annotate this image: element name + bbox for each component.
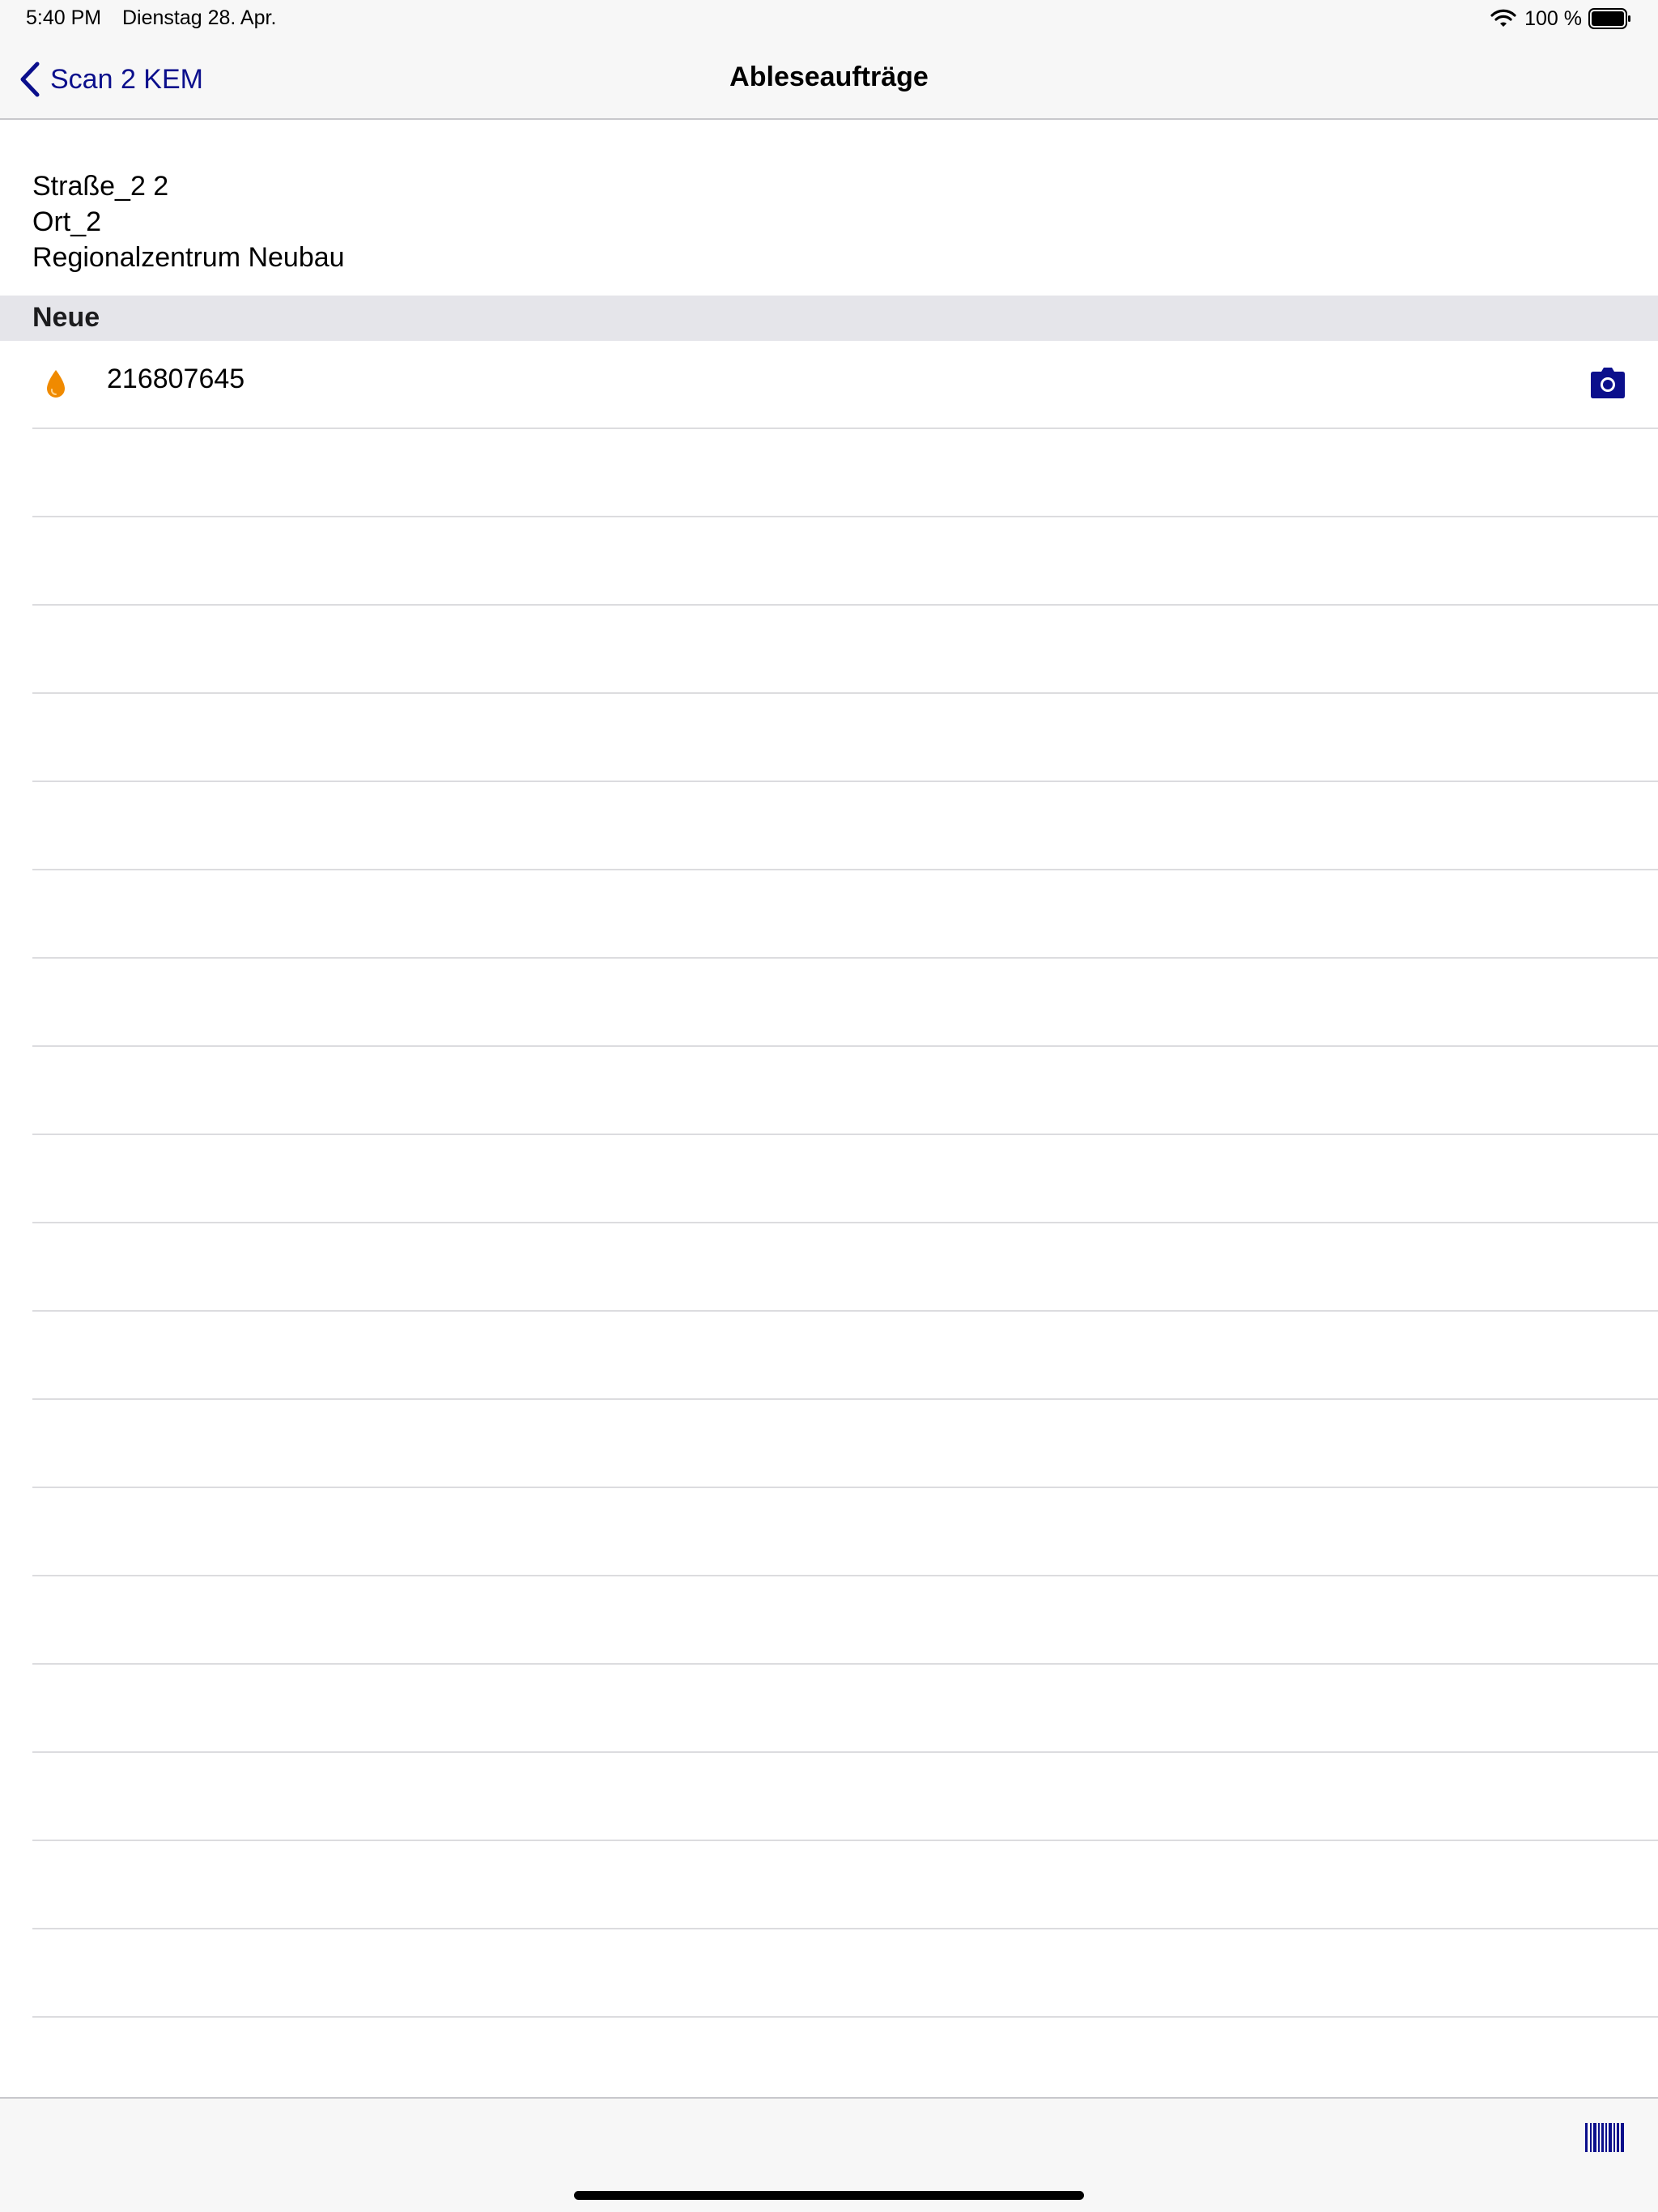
app-screen: 5:40 PM Dienstag 28. Apr. 100 % Scan 2 K… bbox=[0, 0, 1658, 2212]
empty-row bbox=[32, 1841, 1658, 1929]
status-bar: 5:40 PM Dienstag 28. Apr. 100 % bbox=[0, 0, 1658, 39]
battery-percentage: 100 % bbox=[1524, 6, 1582, 30]
battery-icon bbox=[1588, 8, 1630, 29]
barcode-scan-button[interactable] bbox=[1585, 2123, 1624, 2152]
barcode-icon bbox=[1585, 2123, 1624, 2152]
address-region: Regionalzentrum Neubau bbox=[32, 242, 345, 273]
water-drop-icon bbox=[47, 370, 65, 398]
camera-button[interactable] bbox=[1590, 367, 1626, 399]
empty-row bbox=[32, 429, 1658, 517]
empty-row bbox=[32, 1576, 1658, 1665]
empty-row bbox=[32, 870, 1658, 959]
navigation-bar: Scan 2 KEM Ableseaufträge bbox=[0, 39, 1658, 120]
empty-row bbox=[32, 959, 1658, 1047]
empty-row bbox=[32, 782, 1658, 870]
order-list: 216807645 bbox=[0, 341, 1658, 2018]
home-indicator bbox=[574, 2191, 1084, 2200]
section-header: Neue bbox=[0, 296, 1658, 341]
empty-row bbox=[32, 1929, 1658, 2018]
address-city: Ort_2 bbox=[32, 206, 102, 237]
status-date: Dienstag 28. Apr. bbox=[122, 6, 277, 29]
address-street: Straße_2 2 bbox=[32, 171, 169, 202]
empty-row bbox=[32, 1135, 1658, 1223]
empty-row bbox=[32, 1753, 1658, 1841]
meter-number: 216807645 bbox=[107, 364, 245, 394]
empty-row bbox=[32, 1223, 1658, 1312]
empty-row bbox=[32, 1488, 1658, 1576]
order-row[interactable]: 216807645 bbox=[32, 341, 1658, 429]
status-time: 5:40 PM bbox=[26, 6, 102, 29]
empty-row bbox=[32, 1312, 1658, 1400]
wifi-icon bbox=[1490, 9, 1516, 27]
empty-row bbox=[32, 1400, 1658, 1488]
section-title: Neue bbox=[32, 302, 100, 333]
empty-row bbox=[32, 694, 1658, 782]
address-block: Straße_2 2 Ort_2 Regionalzentrum Neubau bbox=[32, 168, 345, 275]
empty-row bbox=[32, 606, 1658, 694]
empty-row bbox=[32, 1665, 1658, 1753]
empty-row bbox=[32, 517, 1658, 606]
camera-icon bbox=[1591, 368, 1625, 398]
status-indicators: 100 % bbox=[1490, 5, 1632, 32]
empty-row bbox=[32, 1047, 1658, 1135]
page-title: Ableseaufträge bbox=[729, 62, 929, 92]
